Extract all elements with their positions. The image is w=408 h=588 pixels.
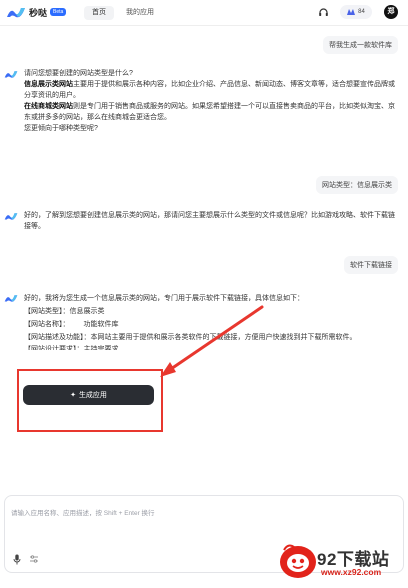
logo-icon xyxy=(7,8,25,18)
user-message: 软件下载链接 xyxy=(344,256,398,274)
user-message: 帮我生成一款软件库 xyxy=(323,36,398,54)
option-mall-site: 在线商城类网站则是专门用于销售商品或服务的网站。如果您希望搭建一个可以直接售卖商… xyxy=(24,101,398,123)
points-icon xyxy=(347,9,356,15)
tab-my-apps[interactable]: 我的应用 xyxy=(118,6,162,20)
points-value: 84 xyxy=(358,9,365,15)
site-name-label: 【网站名称】： xyxy=(24,321,70,328)
bot-avatar-icon xyxy=(4,71,18,78)
site-design-requirements: 【网站设计要求】：主持宗要求 xyxy=(24,346,119,350)
sparkle-icon: ✦ xyxy=(70,392,76,399)
points-badge[interactable]: 84 xyxy=(340,5,372,19)
bot-follow-up: 您更倾向于哪种类型呢? xyxy=(24,125,98,132)
bot-reply: 好的，了解到您想要创建信息展示类的网站，那请问您主要想展示什么类型的文件或信息呢… xyxy=(24,212,395,230)
user-message: 网站类型：信息展示类 xyxy=(316,176,398,194)
option-info-site: 信息展示类网站主要用于提供和展示各种内容，比如企业介绍、产品信息、新闻动态、博客… xyxy=(24,79,398,101)
avatar[interactable]: 郑 xyxy=(384,5,398,19)
option-title: 信息展示类网站 xyxy=(24,81,73,88)
settings-sliders-icon[interactable] xyxy=(29,554,39,564)
bot-message: 好的，我将为您生成一个信息展示类的网站，专门用于展示软件下载链接，具体信息如下：… xyxy=(4,292,404,350)
prompt-placeholder: 请输入应用名称、应用描述，按 Shift + Enter 换行 xyxy=(11,510,155,517)
option-description: 则是专门用于销售商品或服务的网站。如果您希望搭建一个可以直接售卖商品的平台，比如… xyxy=(24,103,395,121)
site-type: 【网站类型】：信息展示类 xyxy=(24,308,105,315)
tab-home[interactable]: 首页 xyxy=(84,6,114,20)
watermark-url: www.xz92.com xyxy=(321,567,382,577)
option-description: 主要用于提供和展示各种内容，比如企业介绍、产品信息、新闻动态、博客文章等，适合想… xyxy=(24,81,395,99)
generate-app-button[interactable]: ✦ 生成应用 xyxy=(23,385,154,405)
site-description: 【网站描述及功能】：本网站主要用于提供和展示各类软件的下载链接，方便用户快速找到… xyxy=(24,334,357,341)
option-title: 在线商城类网站 xyxy=(24,103,73,110)
site-name-value: 功能软件库 xyxy=(83,321,119,328)
beta-badge: Beta xyxy=(50,8,67,16)
bot-avatar-icon xyxy=(4,295,18,302)
bot-message: 好的，了解到您想要创建信息展示类的网站，那请问您主要想展示什么类型的文件或信息呢… xyxy=(4,210,404,232)
top-bar: 秒哒 Beta 首页 我的应用 84 郑 xyxy=(0,0,408,26)
microphone-icon[interactable] xyxy=(13,554,21,565)
bot-intro: 好的，我将为您生成一个信息展示类的网站，专门用于展示软件下载链接，具体信息如下： xyxy=(24,295,304,302)
logo[interactable]: 秒哒 Beta xyxy=(6,5,67,19)
headset-icon[interactable] xyxy=(318,7,329,18)
brand-name: 秒哒 xyxy=(29,7,48,18)
generate-app-label: 生成应用 xyxy=(78,392,107,399)
bot-question: 请问您想要创建的网站类型是什么? xyxy=(24,70,133,77)
site-name-row: 【网站名称】： 功能软件库 xyxy=(24,318,398,331)
bot-message: 请问您想要创建的网站类型是什么? 信息展示类网站主要用于提供和展示各种内容，比如… xyxy=(4,68,404,134)
bot-avatar-icon xyxy=(4,213,18,220)
